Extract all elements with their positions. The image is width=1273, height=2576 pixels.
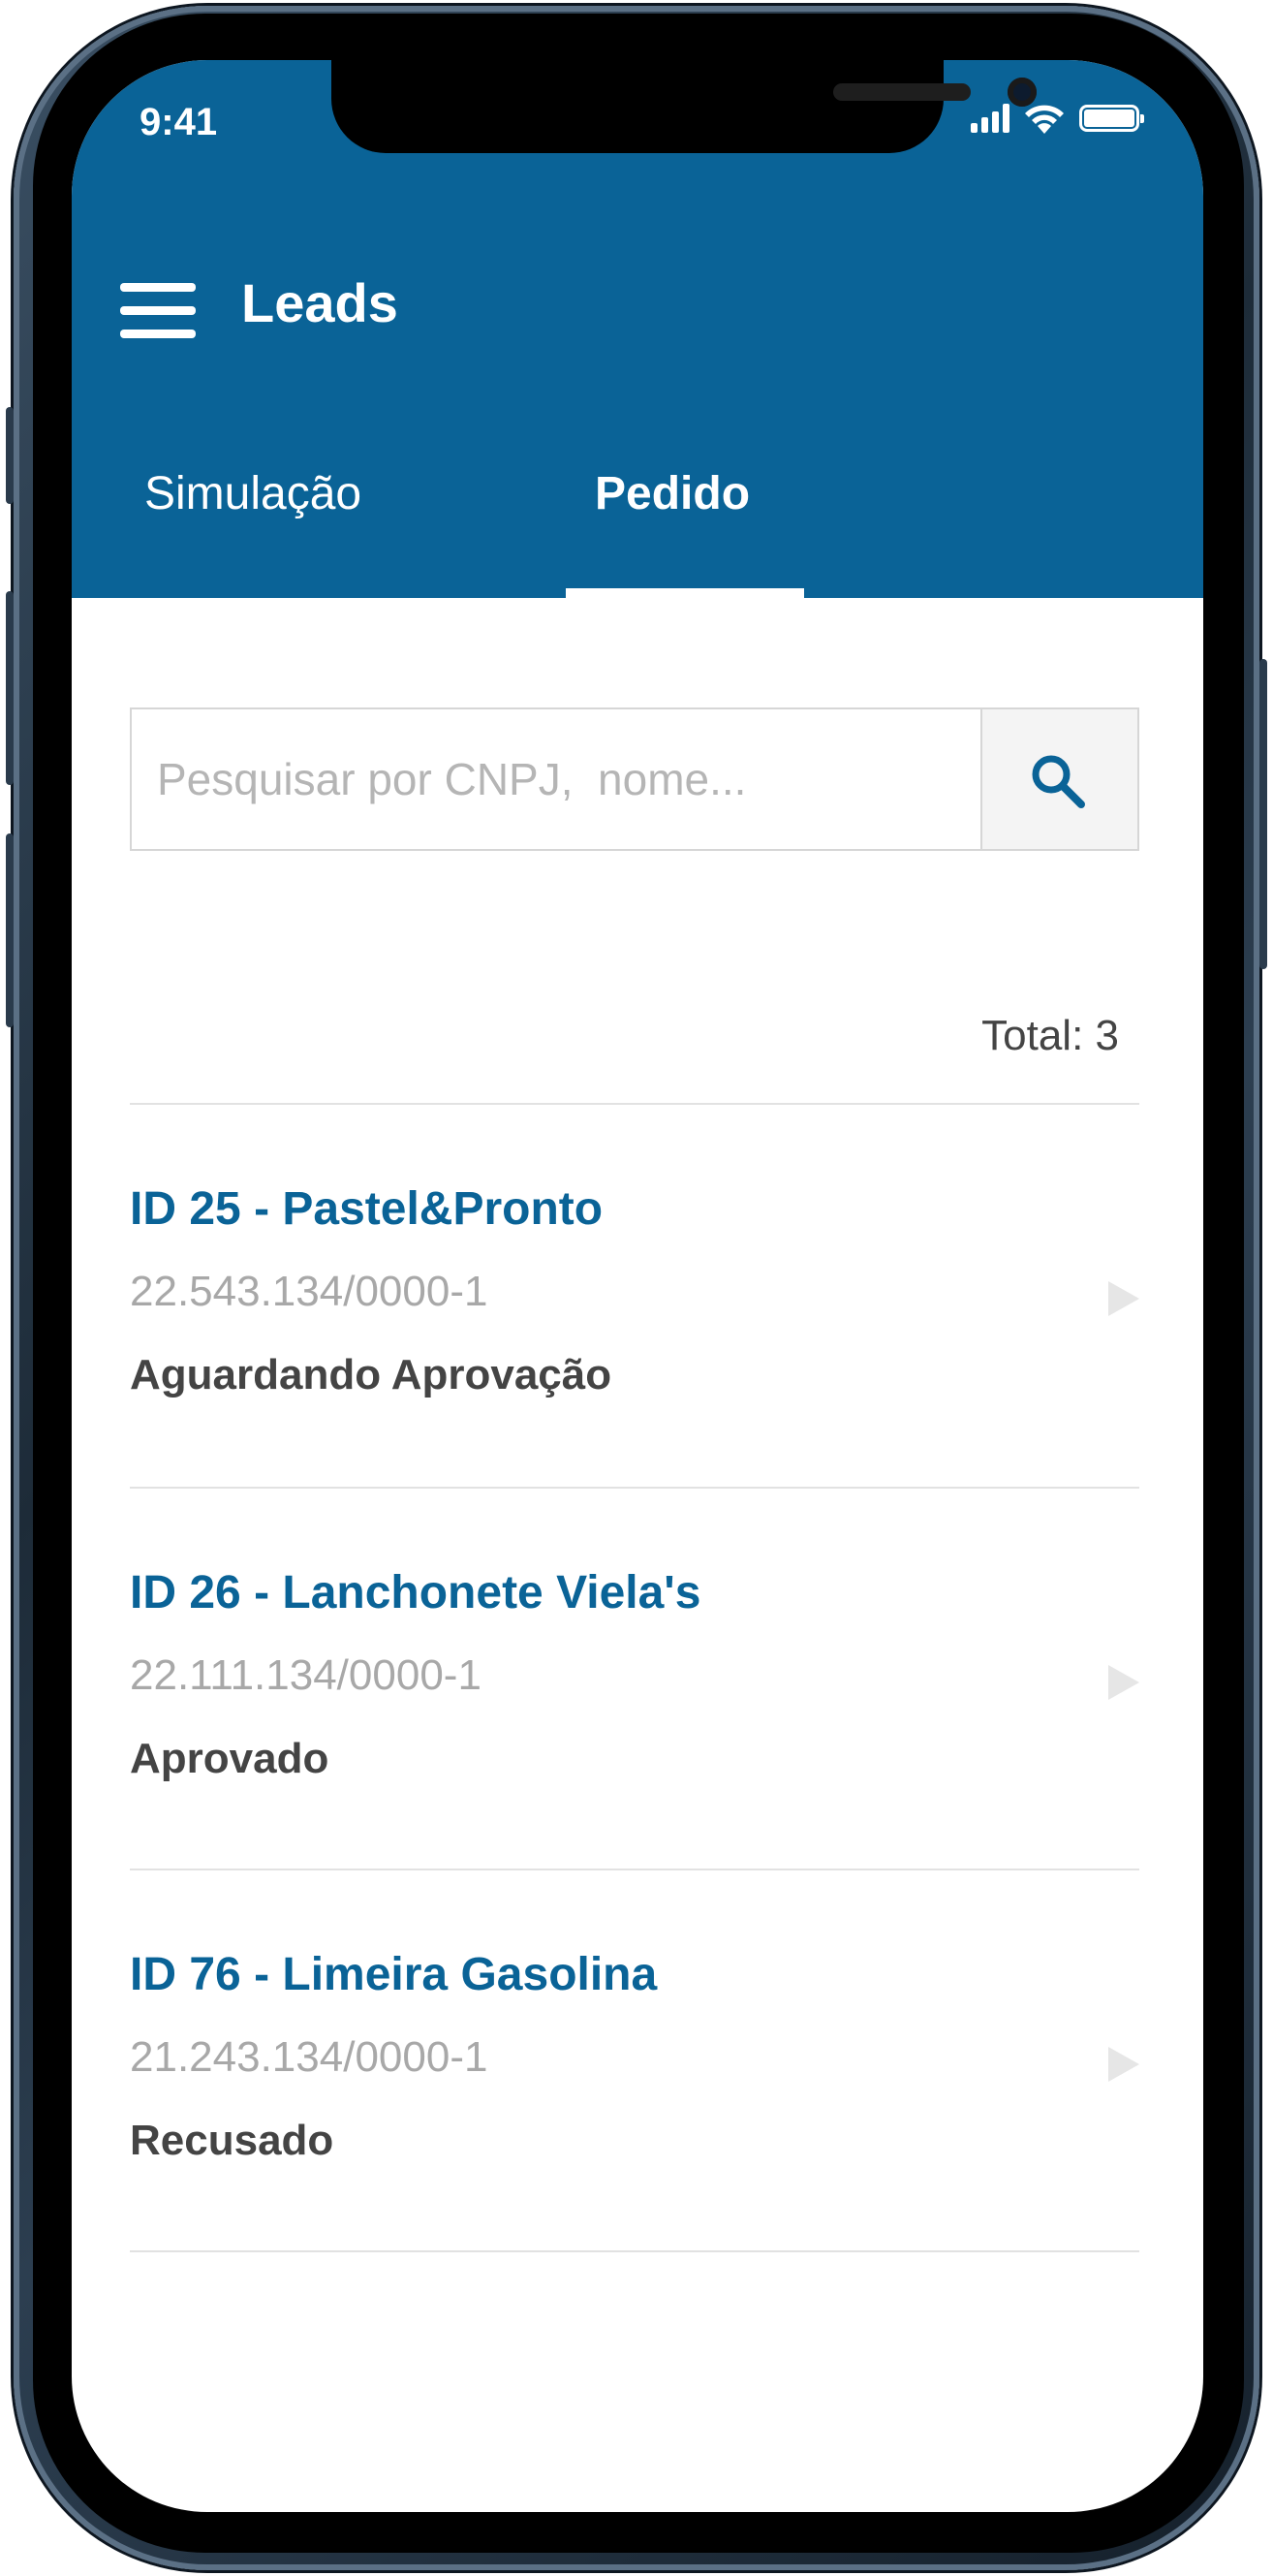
wifi-icon [1025, 105, 1064, 134]
power-button [1259, 659, 1267, 969]
mute-switch [6, 407, 14, 504]
search-bar [130, 707, 1139, 851]
battery-icon [1079, 105, 1144, 132]
status-time: 9:41 [140, 101, 218, 143]
search-icon [1032, 755, 1085, 808]
tab-pedido[interactable]: Pedido [595, 467, 750, 520]
status-icons [971, 99, 1144, 138]
camera-notch [331, 60, 1037, 153]
total-count: Total: 3 [981, 1012, 1119, 1059]
page-title: Leads [241, 272, 398, 333]
lead-title: ID 26 - Lanchonete Viela's [130, 1567, 701, 1618]
lead-title: ID 25 - Pastel&Pronto [130, 1183, 604, 1235]
volume-down-button [6, 833, 14, 1027]
lead-cnpj: 22.543.134/0000-1 [130, 1268, 488, 1315]
tab-simulacao[interactable]: Simulação [144, 467, 361, 520]
chevron-right-icon [1108, 2047, 1139, 2082]
list-item[interactable]: ID 25 - Pastel&Pronto 22.543.134/0000-1 … [130, 1105, 1139, 1487]
signal-icon [971, 104, 1009, 133]
active-tab-indicator [566, 588, 804, 598]
front-camera [1008, 78, 1037, 107]
lead-cnpj: 21.243.134/0000-1 [130, 2033, 488, 2081]
search-input[interactable] [132, 709, 984, 849]
earpiece-speaker [833, 83, 971, 101]
menu-icon[interactable] [120, 283, 196, 339]
lead-title: ID 76 - Limeira Gasolina [130, 1949, 658, 2000]
lead-cnpj: 22.111.134/0000-1 [130, 1651, 481, 1699]
list-item[interactable]: ID 26 - Lanchonete Viela's 22.111.134/00… [130, 1489, 1139, 1870]
list-divider [130, 2250, 1139, 2252]
app-screen: 9:41 Leads Simulação Pedido Pesquisar po… [72, 60, 1203, 2512]
chevron-right-icon [1108, 1281, 1139, 1316]
lead-status: Aguardando Aprovação [130, 1351, 612, 1398]
chevron-right-icon [1108, 1665, 1139, 1700]
lead-status: Aprovado [130, 1735, 329, 1782]
list-item[interactable]: ID 76 - Limeira Gasolina 21.243.134/0000… [130, 1870, 1139, 2252]
search-button[interactable] [980, 709, 1137, 849]
volume-up-button [6, 591, 14, 785]
lead-status: Recusado [130, 2117, 334, 2164]
